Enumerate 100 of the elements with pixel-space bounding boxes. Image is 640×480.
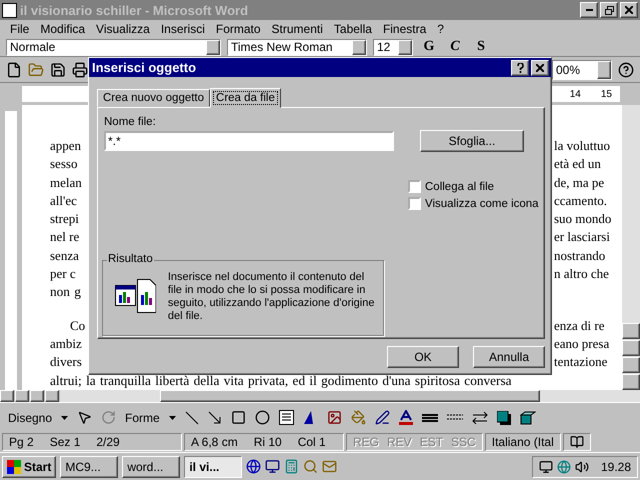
menu-item[interactable]: Strumenti <box>272 22 323 36</box>
caret-icon[interactable] <box>61 416 68 420</box>
browse-button[interactable]: Sfoglia... <box>420 130 524 152</box>
taskbar-button[interactable]: word... <box>122 456 180 478</box>
close-button[interactable] <box>531 60 549 76</box>
font-color-icon[interactable] <box>398 410 413 425</box>
help-button[interactable] <box>511 60 529 76</box>
document-text: nel re <box>50 229 80 246</box>
help-icon[interactable] <box>618 62 634 78</box>
style-dropdown[interactable]: Normale <box>6 38 221 56</box>
close-icon <box>536 64 544 72</box>
printer-icon[interactable] <box>72 62 88 78</box>
zoom-dropdown[interactable]: 00% <box>552 60 612 80</box>
document-text: età ed un <box>554 156 601 174</box>
font-dropdown[interactable]: Times New Roman <box>227 38 367 56</box>
result-description: Inserisce nel documento il contenuto del file in modo che lo si possa modificare in seguito, utilizzando l'applicazione d'origine del file. <box>168 271 376 324</box>
restore-button[interactable] <box>600 2 618 18</box>
status-text: Sez 1 <box>50 435 80 449</box>
horizontal-scrollbar[interactable] <box>60 390 640 402</box>
line-style-icon[interactable] <box>422 412 438 422</box>
document-text: enza di re <box>554 318 605 335</box>
view-button[interactable] <box>30 390 44 402</box>
fill-color-icon[interactable] <box>350 410 366 425</box>
italic-button[interactable]: C <box>445 39 465 55</box>
document-text: suo mondo <box>554 211 612 228</box>
tab[interactable]: Crea nuovo oggetto <box>97 89 210 107</box>
checkbox[interactable] <box>408 180 421 193</box>
monitor-icon[interactable] <box>538 460 553 474</box>
windows-logo-icon <box>7 460 21 474</box>
status-text: Italiano (Ital <box>492 435 554 449</box>
mail-icon[interactable] <box>322 459 338 474</box>
document-text: melan <box>50 174 82 192</box>
menu-item[interactable]: Formato <box>216 22 261 36</box>
view-button[interactable] <box>45 390 59 402</box>
file-name-field[interactable]: *.* <box>104 131 394 151</box>
speaker-icon[interactable] <box>574 460 589 474</box>
document-text: strepi <box>50 211 79 228</box>
browser-icon[interactable] <box>246 459 262 474</box>
shapes-menu-button[interactable]: Forme <box>125 410 160 424</box>
save-icon[interactable] <box>50 62 66 78</box>
checkbox[interactable] <box>408 197 421 210</box>
start-button[interactable]: Start <box>2 456 56 478</box>
checkbox-label: Visualizza come icona <box>425 198 539 210</box>
ruler-number: 15 <box>600 88 612 100</box>
status-text: Pg 2 <box>9 435 34 449</box>
document-text: appen <box>50 138 82 155</box>
minimize-button[interactable] <box>580 2 598 18</box>
document-text: nostrando <box>554 248 606 265</box>
taskbar-button[interactable]: MC9... <box>60 456 118 478</box>
menu-item[interactable]: Inserisci <box>160 22 205 36</box>
arrow-style-icon[interactable] <box>472 412 488 424</box>
oval-icon[interactable] <box>254 410 270 425</box>
document-text: all'ec <box>50 192 77 210</box>
bold-button[interactable]: G <box>419 39 439 55</box>
menu-item[interactable]: Visualizza <box>96 22 150 36</box>
3d-cube-icon[interactable] <box>520 410 536 424</box>
menu-item[interactable]: Tabella <box>334 22 372 36</box>
tab[interactable]: Crea da file <box>210 88 281 108</box>
monitor-icon[interactable] <box>265 459 280 474</box>
rectangle-icon[interactable] <box>230 410 246 425</box>
pointer-icon[interactable] <box>77 410 92 425</box>
line-icon[interactable] <box>184 410 199 424</box>
menu-item[interactable]: Modifica <box>40 22 86 36</box>
underline-button[interactable]: S <box>471 39 491 55</box>
arrow-icon[interactable] <box>208 410 222 424</box>
document-text: sesso <box>50 156 78 174</box>
clip-art-icon[interactable] <box>326 410 342 425</box>
draw-menu-button[interactable]: Disegno <box>8 410 52 424</box>
ruler-number: 14 <box>570 88 581 100</box>
shadow-icon[interactable] <box>496 410 511 424</box>
document-text: la voluttuo <box>554 138 610 155</box>
search-icon[interactable] <box>303 459 318 474</box>
vertical-scrollbar[interactable] <box>622 105 640 390</box>
document-text: non g <box>50 284 81 302</box>
menu-item[interactable]: Finestra <box>382 22 426 36</box>
view-button[interactable] <box>15 390 29 402</box>
font-size-dropdown[interactable]: 12 <box>373 38 413 56</box>
book-icon[interactable] <box>570 435 584 449</box>
question-mark-icon <box>516 62 524 72</box>
open-folder-icon[interactable] <box>28 62 44 78</box>
document-text: tentazione <box>554 354 608 372</box>
dialog-button[interactable]: Annulla <box>473 346 545 368</box>
minimize-icon <box>586 9 592 11</box>
view-button[interactable] <box>0 390 14 402</box>
taskbar-button[interactable]: il vi... <box>184 456 242 478</box>
menu-item[interactable]: ? <box>437 22 444 36</box>
menu-item[interactable]: File <box>10 22 30 36</box>
dash-style-icon[interactable] <box>446 412 463 422</box>
document-text: altrui; la tranquilla libertà della vita privata, ed il godimento d'una spiritosa conversa <box>50 372 512 390</box>
dialog-button[interactable]: OK <box>387 346 459 368</box>
document-text: eano presa <box>554 336 610 353</box>
new-document-icon[interactable] <box>6 62 22 78</box>
text-box-icon[interactable] <box>278 410 294 425</box>
caret-icon[interactable] <box>168 416 176 420</box>
restore-icon <box>604 6 614 14</box>
checkbox-label: Collega al file <box>425 180 494 192</box>
line-color-icon[interactable] <box>374 410 390 425</box>
document-text: ambiz <box>50 336 82 353</box>
close-button[interactable] <box>620 2 638 18</box>
group-title: Risultato <box>107 253 154 265</box>
